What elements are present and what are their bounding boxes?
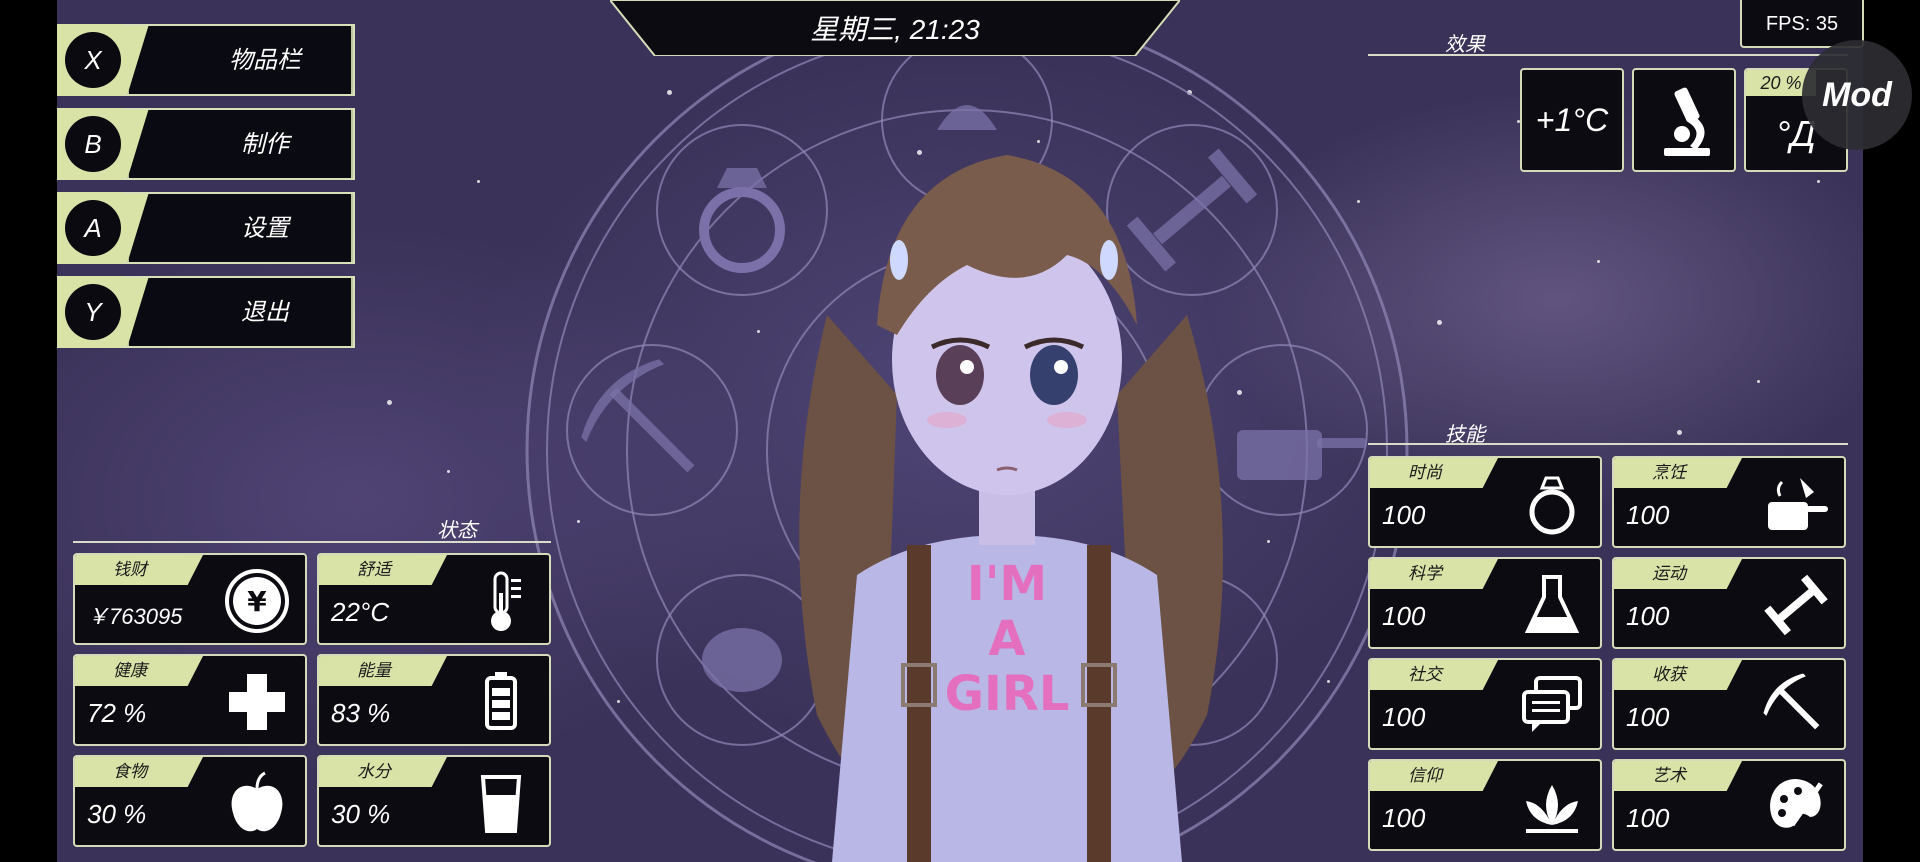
status-card-title: 健康 bbox=[113, 661, 147, 681]
controller-key-badge: X bbox=[65, 32, 121, 88]
status-card-water-glass[interactable]: 水分 30 % bbox=[317, 755, 551, 847]
star bbox=[1677, 430, 1682, 435]
skill-card-chat-bubbles[interactable]: 社交 100 bbox=[1368, 658, 1602, 750]
status-card-title: 钱财 bbox=[113, 560, 147, 580]
status-card-battery[interactable]: 能量 83 % bbox=[317, 654, 551, 746]
status-divider bbox=[73, 541, 551, 543]
apple-icon bbox=[221, 767, 293, 839]
status-card-value: 30 % bbox=[331, 799, 391, 829]
menu-label: 设置 bbox=[241, 214, 289, 242]
shirt-text-line3: GIRL bbox=[945, 666, 1070, 722]
status-card-value: 72 % bbox=[87, 698, 147, 728]
skill-card-title: 烹饪 bbox=[1652, 463, 1686, 483]
pickaxe-icon bbox=[1760, 670, 1832, 742]
microscope-icon bbox=[1664, 87, 1710, 156]
status-card-title: 舒适 bbox=[357, 560, 391, 580]
skill-card-lotus[interactable]: 信仰 100 bbox=[1368, 759, 1602, 851]
skill-card-cooking-pot[interactable]: 烹饪 100 bbox=[1612, 456, 1846, 548]
cooking-pot-icon bbox=[1760, 468, 1832, 540]
skill-card-value: 100 bbox=[1382, 702, 1426, 732]
battery-icon bbox=[465, 666, 537, 738]
menu-button-exit[interactable]: Y 退出 bbox=[57, 276, 355, 348]
ring-icon bbox=[1516, 468, 1588, 540]
status-card-value: ￥763095 bbox=[87, 604, 183, 629]
star bbox=[447, 470, 450, 473]
skill-card-value: 100 bbox=[1382, 601, 1426, 631]
status-card-title: 食物 bbox=[113, 762, 147, 782]
clock-text: 星期三, 21:23 bbox=[810, 14, 980, 45]
skill-card-value: 100 bbox=[1626, 702, 1670, 732]
mod-button[interactable]: Mod bbox=[1802, 40, 1912, 150]
controller-key-badge: A bbox=[65, 200, 121, 256]
flask-icon bbox=[1516, 569, 1588, 641]
skill-card-title: 社交 bbox=[1408, 665, 1442, 685]
lotus-icon bbox=[1516, 771, 1588, 843]
skill-card-title: 艺术 bbox=[1652, 766, 1686, 786]
skill-card-palette[interactable]: 艺术 100 bbox=[1612, 759, 1846, 851]
star bbox=[477, 180, 480, 183]
star bbox=[387, 400, 392, 405]
skill-card-value: 100 bbox=[1626, 601, 1670, 631]
controller-key-badge: B bbox=[65, 116, 121, 172]
effect-warmth[interactable]: +1°C bbox=[1520, 68, 1624, 172]
menu-button-inventory[interactable]: X 物品栏 bbox=[57, 24, 355, 96]
skill-card-value: 100 bbox=[1626, 500, 1670, 530]
main-menu: X 物品栏 B 制作 A 设置 Y 退出 bbox=[57, 24, 357, 354]
shirt-text-line1: I'M bbox=[967, 556, 1047, 612]
status-card-yen-coin[interactable]: 钱财 ￥763095 ¥ bbox=[73, 553, 307, 645]
effects-divider bbox=[1368, 54, 1848, 56]
dumbbell-icon bbox=[1760, 569, 1832, 641]
skill-card-ring[interactable]: 时尚 100 bbox=[1368, 456, 1602, 548]
controller-key-badge: Y bbox=[65, 284, 121, 340]
chat-bubbles-icon bbox=[1516, 670, 1588, 742]
anime-character: I'M A GIRL bbox=[799, 155, 1223, 862]
status-card-title: 水分 bbox=[357, 762, 391, 782]
status-card-title: 能量 bbox=[357, 661, 391, 681]
skill-card-title: 运动 bbox=[1652, 564, 1686, 584]
menu-label: 退出 bbox=[241, 298, 289, 326]
skill-card-title: 时尚 bbox=[1408, 463, 1442, 483]
effects-title: 效果 bbox=[1445, 32, 1485, 56]
status-title: 状态 bbox=[437, 518, 477, 542]
skill-card-title: 科学 bbox=[1408, 564, 1442, 584]
yen-coin-icon: ¥ bbox=[221, 565, 293, 637]
star bbox=[1757, 380, 1760, 383]
shirt-text-line2: A bbox=[988, 611, 1025, 667]
status-card-value: 30 % bbox=[87, 799, 147, 829]
skill-card-title: 收获 bbox=[1652, 665, 1686, 685]
skill-card-title: 信仰 bbox=[1408, 766, 1442, 786]
skill-card-value: 100 bbox=[1382, 500, 1426, 530]
skill-card-value: 100 bbox=[1382, 803, 1426, 833]
star bbox=[1437, 320, 1442, 325]
effect-warmth-text: +1°C bbox=[1535, 102, 1609, 138]
plus-icon bbox=[221, 666, 293, 738]
status-card-plus[interactable]: 健康 72 % bbox=[73, 654, 307, 746]
skill-card-dumbbell[interactable]: 运动 100 bbox=[1612, 557, 1846, 649]
palette-icon bbox=[1760, 771, 1832, 843]
menu-label: 物品栏 bbox=[229, 46, 301, 74]
svg-text:¥: ¥ bbox=[247, 585, 267, 618]
skills-divider bbox=[1368, 443, 1848, 445]
skill-card-pickaxe[interactable]: 收获 100 bbox=[1612, 658, 1846, 750]
menu-button-crafting[interactable]: B 制作 bbox=[57, 108, 355, 180]
status-card-apple[interactable]: 食物 30 % bbox=[73, 755, 307, 847]
thermometer-icon bbox=[465, 565, 537, 637]
date-time-banner: 星期三, 21:23 bbox=[610, 0, 1180, 56]
status-card-thermometer[interactable]: 舒适 22°C bbox=[317, 553, 551, 645]
menu-label: 制作 bbox=[241, 130, 289, 158]
status-card-value: 83 % bbox=[331, 698, 391, 728]
effect-science[interactable] bbox=[1632, 68, 1736, 172]
star bbox=[1817, 180, 1820, 183]
skill-card-flask[interactable]: 科学 100 bbox=[1368, 557, 1602, 649]
status-card-value: 22°C bbox=[331, 597, 390, 627]
water-glass-icon bbox=[465, 767, 537, 839]
skill-card-value: 100 bbox=[1626, 803, 1670, 833]
menu-button-settings[interactable]: A 设置 bbox=[57, 192, 355, 264]
star bbox=[1597, 260, 1600, 263]
